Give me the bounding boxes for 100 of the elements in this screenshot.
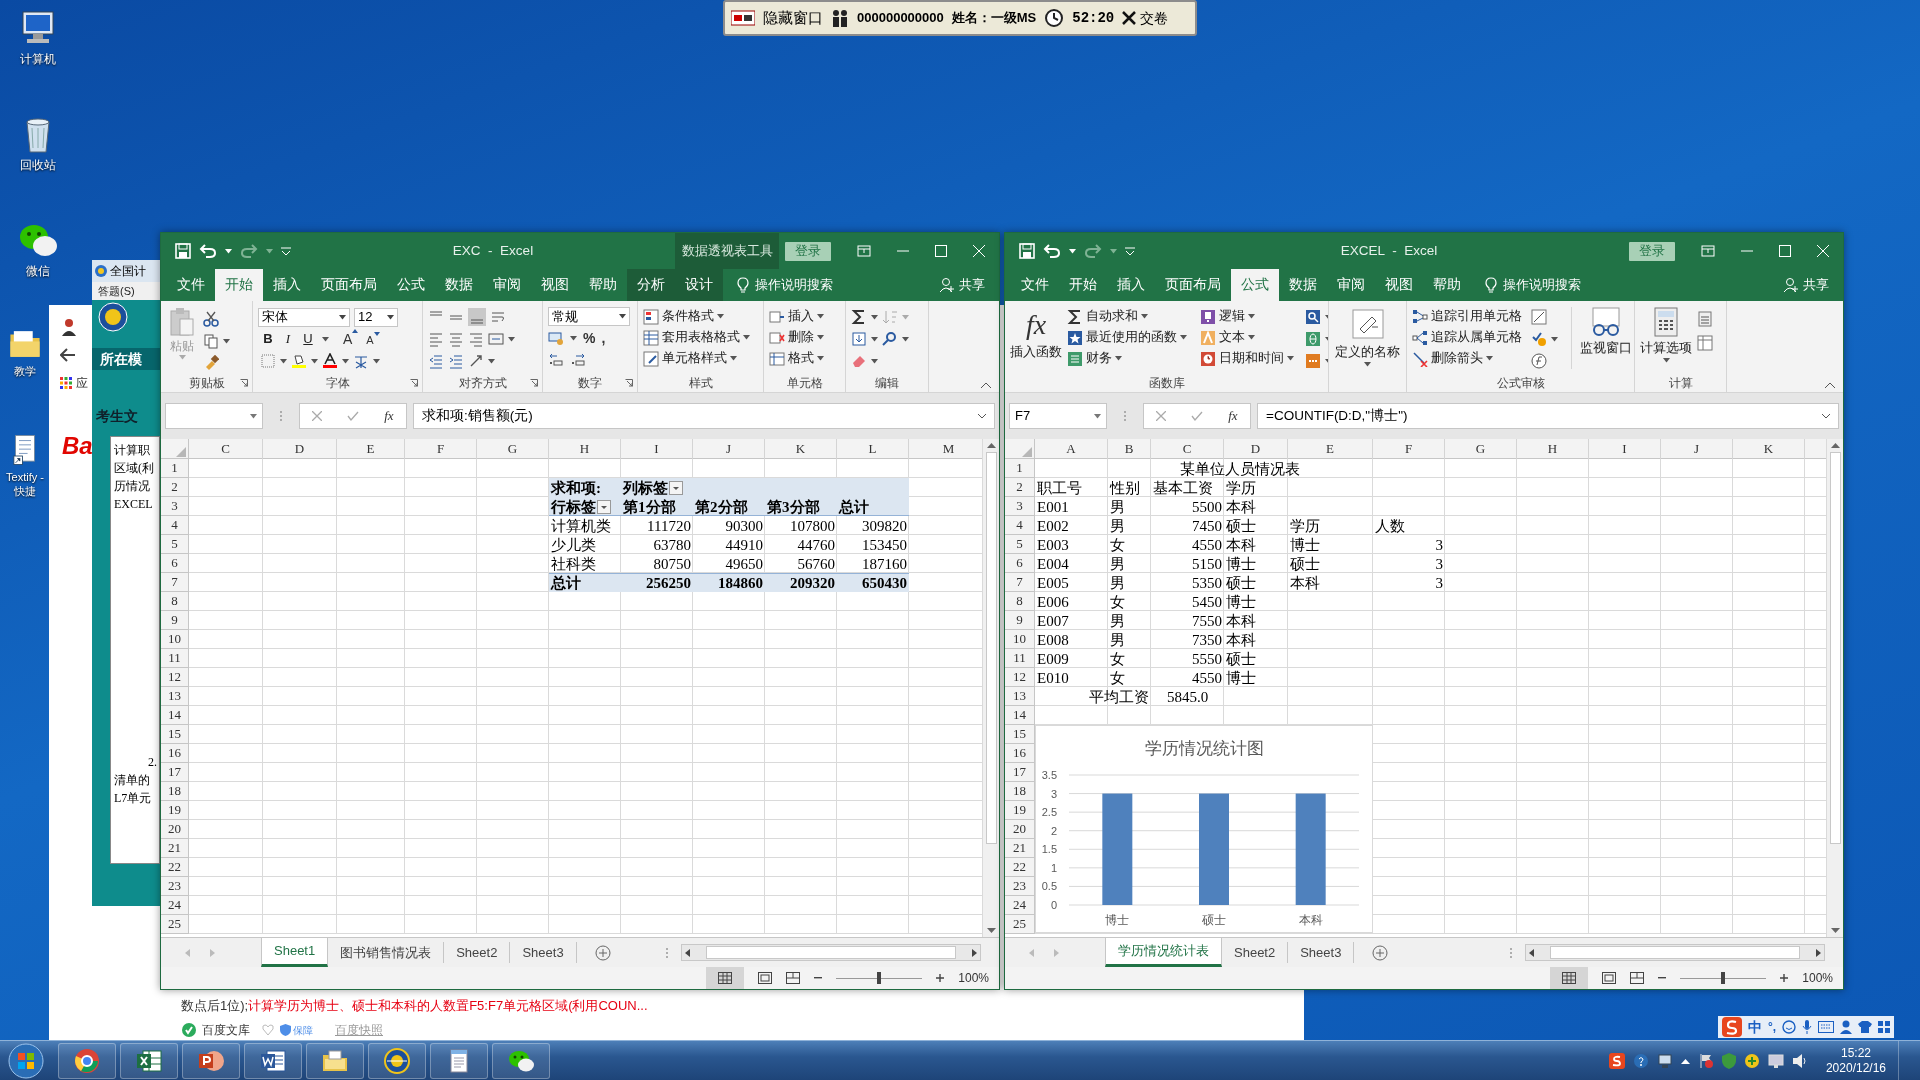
caret-icon[interactable] bbox=[717, 314, 724, 319]
ribbon-tab[interactable]: 审阅 bbox=[1327, 269, 1375, 301]
sum-icon[interactable] bbox=[1067, 308, 1083, 325]
find-icon[interactable] bbox=[882, 331, 898, 347]
caret-icon[interactable] bbox=[1364, 361, 1371, 367]
shrink-font-button[interactable]: A bbox=[366, 332, 380, 349]
increase-decimal-icon[interactable] bbox=[548, 352, 564, 368]
column-header[interactable]: K bbox=[765, 439, 837, 459]
row-header[interactable]: 5 bbox=[161, 535, 189, 554]
ribbon-display-icon[interactable] bbox=[857, 245, 871, 257]
row-header[interactable]: 16 bbox=[1005, 744, 1035, 763]
column-header[interactable]: D bbox=[1224, 439, 1288, 459]
add-sheet-icon[interactable] bbox=[1372, 944, 1389, 961]
column-header[interactable]: E bbox=[1288, 439, 1373, 459]
maximize-icon[interactable] bbox=[935, 245, 947, 257]
row-header[interactable]: 24 bbox=[1005, 896, 1035, 915]
caret-icon[interactable] bbox=[570, 335, 577, 341]
format-cells-icon[interactable] bbox=[769, 350, 785, 367]
chart-panel[interactable]: 学历情况统计图 0 0.5 1 1.5 2 2.5 3 3.5 博士 硕士 本科 bbox=[1035, 725, 1373, 933]
row-header[interactable]: 5 bbox=[1005, 535, 1035, 554]
insert-function-button[interactable]: fx bbox=[1228, 406, 1238, 426]
caret-icon[interactable] bbox=[817, 356, 824, 361]
error-check-icon[interactable] bbox=[1531, 331, 1547, 347]
copy-icon[interactable] bbox=[203, 333, 219, 349]
page-break-icon[interactable] bbox=[786, 972, 801, 984]
caret-icon[interactable] bbox=[508, 336, 515, 342]
italic-button[interactable]: I bbox=[282, 329, 294, 349]
row-header[interactable]: 12 bbox=[161, 668, 189, 687]
ribbon-command[interactable]: 财务 bbox=[1086, 349, 1112, 368]
defined-names-button[interactable]: 定义的名称 bbox=[1334, 307, 1401, 374]
column-header[interactable]: J bbox=[693, 439, 765, 459]
input-mode-button[interactable]: 中 bbox=[1748, 1016, 1762, 1038]
sheet-tab[interactable]: Sheet3 bbox=[510, 942, 577, 963]
sum-icon[interactable] bbox=[851, 309, 867, 325]
date-time-icon[interactable] bbox=[1200, 350, 1216, 367]
caret-icon[interactable] bbox=[1551, 336, 1558, 342]
ribbon-tab[interactable]: 审阅 bbox=[483, 269, 531, 301]
caret-icon[interactable] bbox=[1069, 248, 1076, 254]
zoom-in-icon[interactable] bbox=[936, 974, 945, 982]
ribbon-tab[interactable]: 开始 bbox=[215, 269, 263, 301]
ribbon-tab[interactable]: 插入 bbox=[1107, 269, 1155, 301]
row-header[interactable]: 20 bbox=[161, 820, 189, 839]
caret-icon[interactable] bbox=[488, 358, 495, 364]
taskbar-button[interactable] bbox=[430, 1042, 488, 1079]
ribbon-command[interactable]: 逻辑 bbox=[1219, 307, 1245, 326]
caret-icon[interactable] bbox=[1662, 357, 1670, 363]
row-header[interactable]: 17 bbox=[161, 763, 189, 782]
caret-icon[interactable] bbox=[280, 358, 287, 364]
page-layout-icon[interactable] bbox=[758, 972, 773, 984]
caret-icon[interactable] bbox=[1141, 314, 1148, 319]
dialog-launcher-icon[interactable] bbox=[410, 379, 418, 387]
taskbar-button[interactable] bbox=[244, 1042, 302, 1079]
row-header[interactable]: 12 bbox=[1005, 668, 1035, 687]
close-icon[interactable] bbox=[973, 245, 985, 257]
orientation-icon[interactable] bbox=[468, 353, 484, 369]
caret-icon[interactable] bbox=[250, 413, 257, 419]
save-icon[interactable] bbox=[1019, 243, 1035, 259]
scroll-down-icon[interactable] bbox=[986, 928, 996, 934]
caret-icon[interactable] bbox=[1248, 335, 1255, 340]
font-color-icon[interactable] bbox=[322, 353, 338, 369]
sheet-tab[interactable]: Sheet2 bbox=[1222, 942, 1289, 963]
column-header[interactable]: I bbox=[621, 439, 693, 459]
row-header[interactable]: 14 bbox=[1005, 706, 1035, 725]
scrollbar-thumb[interactable] bbox=[985, 452, 997, 844]
caret-icon[interactable] bbox=[1248, 314, 1255, 319]
ribbon-command[interactable]: 自动求和 bbox=[1086, 307, 1138, 326]
row-header[interactable]: 21 bbox=[1005, 839, 1035, 858]
row-header[interactable]: 21 bbox=[161, 839, 189, 858]
flag-icon[interactable] bbox=[1697, 1052, 1714, 1069]
caret-icon[interactable] bbox=[387, 314, 394, 320]
row-header[interactable]: 4 bbox=[1005, 516, 1035, 535]
formula-input[interactable]: =COUNTIF(D:D,"博士") bbox=[1257, 403, 1839, 429]
caret-icon[interactable] bbox=[1287, 356, 1294, 361]
collapse-ribbon-icon[interactable] bbox=[1825, 382, 1835, 388]
conditional-format-icon[interactable] bbox=[643, 308, 659, 325]
caret-icon[interactable] bbox=[730, 356, 737, 361]
zoom-level[interactable]: 100% bbox=[958, 969, 989, 987]
caret-icon[interactable] bbox=[1094, 413, 1101, 419]
zoom-slider-thumb[interactable] bbox=[877, 971, 882, 984]
maximize-icon[interactable] bbox=[1779, 245, 1791, 257]
desktop-icon-label[interactable]: Textify - 快捷 bbox=[3, 470, 47, 498]
row-header[interactable]: 25 bbox=[161, 915, 189, 934]
row-header[interactable]: 4 bbox=[161, 516, 189, 535]
caret-icon[interactable] bbox=[223, 338, 230, 344]
ribbon-tab[interactable]: 页面布局 bbox=[1155, 269, 1231, 301]
ribbon-tab[interactable]: 开始 bbox=[1059, 269, 1107, 301]
star-icon[interactable] bbox=[1067, 329, 1083, 346]
caret-icon[interactable] bbox=[743, 335, 750, 340]
ribbon-command[interactable]: 日期和时间 bbox=[1219, 349, 1284, 368]
scroll-right-icon[interactable] bbox=[1816, 948, 1821, 957]
row-header[interactable]: 24 bbox=[161, 896, 189, 915]
row-header[interactable]: 20 bbox=[1005, 820, 1035, 839]
row-header[interactable]: 22 bbox=[1005, 858, 1035, 877]
calculate-sheet-icon[interactable] bbox=[1697, 335, 1713, 351]
row-header[interactable]: 3 bbox=[161, 497, 189, 516]
column-header[interactable]: B bbox=[1108, 439, 1151, 459]
row-header[interactable]: 8 bbox=[1005, 592, 1035, 611]
formula-input[interactable]: 求和项:销售额(元) bbox=[413, 403, 995, 429]
sheet-tab[interactable]: Sheet3 bbox=[1288, 942, 1355, 963]
start-button-icon[interactable] bbox=[8, 1042, 44, 1079]
